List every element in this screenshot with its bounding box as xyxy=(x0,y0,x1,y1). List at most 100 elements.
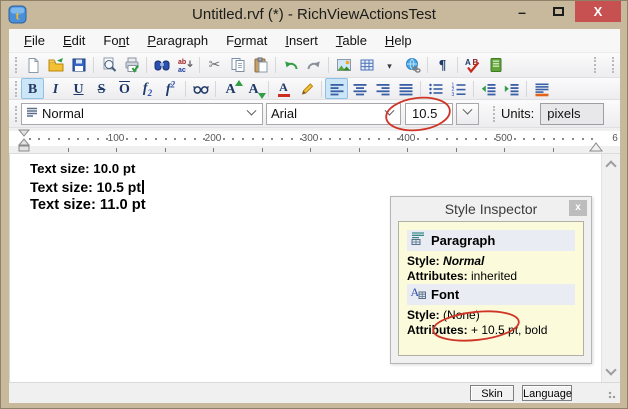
font-color-button[interactable]: A xyxy=(272,78,295,99)
units-combo[interactable]: pixels xyxy=(540,103,604,125)
save-button[interactable] xyxy=(67,55,90,76)
thesaurus-book-icon xyxy=(488,57,504,73)
minimize-button[interactable]: – xyxy=(509,1,535,22)
paragraph-style-combo[interactable]: Normal xyxy=(21,103,263,125)
menu-item-edit[interactable]: Edit xyxy=(54,30,94,51)
open-folder-button[interactable] xyxy=(44,55,67,76)
bullet-list-button[interactable] xyxy=(424,78,447,99)
menu-item-font[interactable]: Font xyxy=(94,30,138,51)
paragraph-color-icon xyxy=(534,81,550,97)
toolbar-grip[interactable] xyxy=(594,57,596,73)
ruler-label: 100 xyxy=(108,133,125,144)
align-left-button[interactable] xyxy=(325,78,348,99)
grow-font-button[interactable]: A xyxy=(219,78,242,99)
align-right-button[interactable] xyxy=(371,78,394,99)
maximize-button[interactable] xyxy=(545,1,571,22)
toolbar-separator xyxy=(427,57,428,73)
text-caret xyxy=(142,180,144,193)
table-dropdown-button[interactable]: ▾ xyxy=(378,55,401,76)
replace-icon: abac xyxy=(177,57,193,73)
replace-button[interactable]: abac xyxy=(173,55,196,76)
insert-hyperlink-button[interactable] xyxy=(401,55,424,76)
strikethrough-button[interactable]: S xyxy=(90,78,113,99)
paste-button[interactable] xyxy=(249,55,272,76)
menu-item-insert[interactable]: Insert xyxy=(276,30,327,51)
find-button[interactable] xyxy=(150,55,173,76)
status-bar: Skin Language xyxy=(9,382,620,403)
menu-item-table[interactable]: Table xyxy=(327,30,376,51)
increase-indent-button[interactable] xyxy=(500,78,523,99)
toolbar-separator xyxy=(473,81,474,97)
paragraph-color-button[interactable] xyxy=(530,78,553,99)
ruler-dot xyxy=(58,138,60,140)
style-inspector-title: Style Inspector xyxy=(391,201,591,217)
inspector-row: Attributes: inherited xyxy=(407,269,575,284)
inspector-section-title: Font xyxy=(431,287,459,302)
font-size-dropdown-button[interactable] xyxy=(456,103,479,125)
bold-button[interactable]: B xyxy=(21,78,44,99)
copy-button[interactable] xyxy=(226,55,249,76)
ruler-dot xyxy=(553,138,555,140)
align-center-button[interactable] xyxy=(348,78,371,99)
numbered-list-button[interactable]: 123 xyxy=(447,78,470,99)
ruler-dot xyxy=(291,138,293,140)
ruler-dot xyxy=(359,138,361,140)
undo-button[interactable] xyxy=(279,55,302,76)
resize-grip[interactable] xyxy=(608,391,618,401)
menu-item-help[interactable]: Help xyxy=(376,30,421,51)
toolbar-style: Normal Arial 10.5 Units: pixels xyxy=(9,100,620,128)
toolbar-grip[interactable] xyxy=(15,57,17,73)
superscript-button[interactable]: f2 xyxy=(159,78,182,99)
ruler-dot xyxy=(271,138,273,140)
inspector-section-header: Paragraph xyxy=(407,230,575,251)
menu-item-paragraph[interactable]: Paragraph xyxy=(138,30,217,51)
undo-icon xyxy=(283,57,299,73)
print-preview-button[interactable] xyxy=(97,55,120,76)
vertical-scrollbar[interactable] xyxy=(601,154,620,382)
overline-button[interactable]: O xyxy=(113,78,136,99)
italic-button[interactable]: I xyxy=(44,78,67,99)
chevron-down-icon xyxy=(247,106,257,116)
right-indent-marker[interactable] xyxy=(589,142,603,152)
shrink-font-button[interactable]: A xyxy=(242,78,265,99)
indent-markers[interactable] xyxy=(17,129,33,154)
toolbar-grip[interactable] xyxy=(15,81,17,97)
font-size-input[interactable]: 10.5 xyxy=(405,103,453,125)
cut-button[interactable]: ✂ xyxy=(203,55,226,76)
align-justify-button[interactable] xyxy=(394,78,417,99)
new-document-button[interactable] xyxy=(21,55,44,76)
style-inspector-header[interactable]: Style Inspector x xyxy=(391,197,591,221)
thesaurus-book-button[interactable] xyxy=(484,55,507,76)
menu-item-format[interactable]: Format xyxy=(217,30,276,51)
toolbar-grip[interactable] xyxy=(15,106,17,122)
decrease-indent-button[interactable] xyxy=(477,78,500,99)
toolbar-grip[interactable] xyxy=(493,106,495,122)
title-bar[interactable]: t Untitled.rvf (*) - RichViewActionsTest… xyxy=(1,1,627,29)
svg-text:ab: ab xyxy=(178,59,186,66)
menu-item-file[interactable]: File xyxy=(15,30,54,51)
readability-glasses-button[interactable] xyxy=(189,78,212,99)
skin-button[interactable]: Skin xyxy=(470,385,514,401)
table-dropdown-icon: ▾ xyxy=(387,56,392,74)
close-button[interactable]: X xyxy=(575,1,621,22)
insert-table-button[interactable] xyxy=(355,55,378,76)
document-editor[interactable]: Style Inspector x ParagraphStyle: Normal… xyxy=(9,154,620,382)
scroll-up-icon[interactable] xyxy=(605,160,616,171)
style-inspector-close-button[interactable]: x xyxy=(569,200,587,216)
subscript-button[interactable]: f2 xyxy=(136,78,159,99)
scroll-down-icon[interactable] xyxy=(605,364,616,375)
underline-icon: U xyxy=(73,80,83,98)
toolbar-separator xyxy=(328,57,329,73)
ruler-tick xyxy=(407,148,408,152)
formatting-marks-button[interactable]: ¶ xyxy=(431,55,454,76)
font-name-combo[interactable]: Arial xyxy=(266,103,401,125)
language-button[interactable]: Language xyxy=(522,385,572,401)
highlight-pencil-button[interactable] xyxy=(295,78,318,99)
spellcheck-button[interactable]: AB xyxy=(461,55,484,76)
insert-picture-button[interactable] xyxy=(332,55,355,76)
redo-button[interactable] xyxy=(302,55,325,76)
italic-icon: I xyxy=(53,80,58,98)
underline-button[interactable]: U xyxy=(67,78,90,99)
print-button[interactable] xyxy=(120,55,143,76)
toolbar-grip[interactable] xyxy=(612,57,614,73)
